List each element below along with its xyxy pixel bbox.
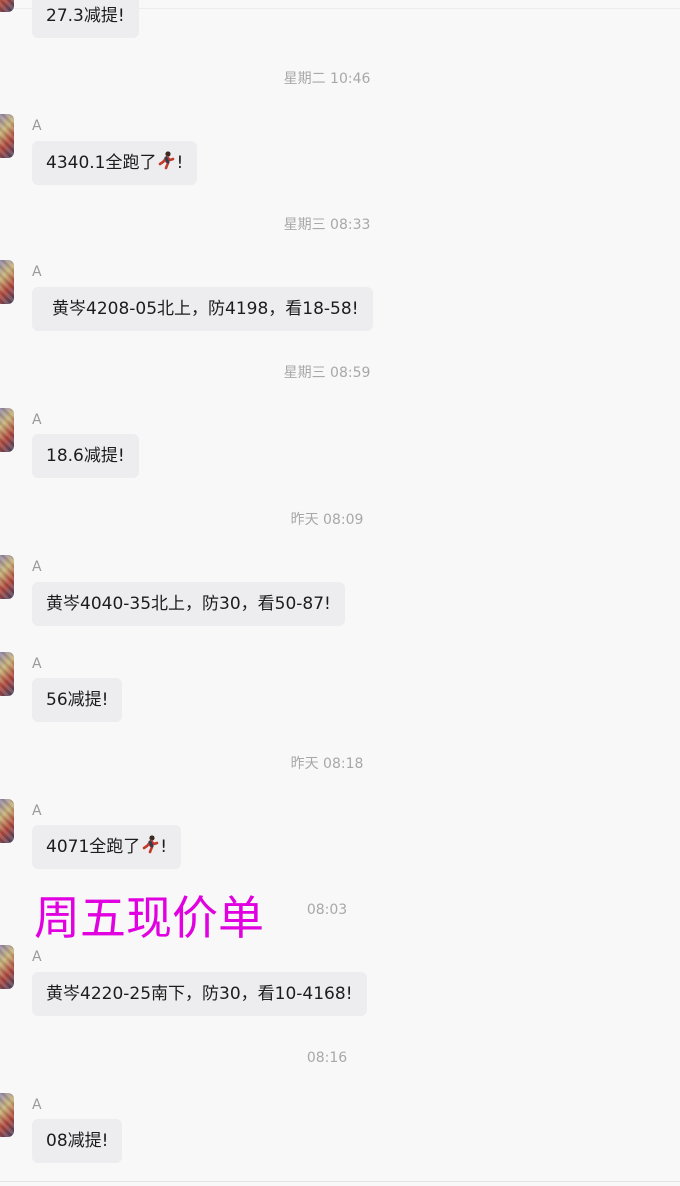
message-text: 4071全跑了 [46, 837, 141, 857]
message-bubble[interactable]: 4071全跑了 ! [32, 825, 182, 871]
avatar[interactable] [0, 945, 14, 989]
message-suffix: ! [176, 153, 184, 173]
sender-name: A [32, 412, 42, 428]
timestamp: 昨天 08:09 [290, 512, 364, 528]
avatar[interactable] [0, 260, 14, 304]
message-text: 56减提! [46, 690, 109, 710]
message-bubble[interactable]: 18.6减提! [32, 434, 139, 478]
message-text: 18.6减提! [46, 446, 125, 466]
timestamp: 昨天 08:18 [290, 756, 364, 772]
message-text: 4340.1全跑了 [46, 153, 157, 173]
message-bubble[interactable]: 08减提! [32, 1119, 123, 1163]
timestamp: 08:16 [306, 1050, 348, 1066]
message-text: 27.3减提! [46, 6, 125, 26]
sender-name: A [32, 656, 42, 672]
sender-name: A [32, 118, 42, 134]
message-bubble[interactable]: 27.3减提! [32, 0, 139, 38]
message-bubble[interactable]: 黄岑4040-35北上，防30，看50-87! [32, 582, 345, 626]
message-bubble[interactable]: 56减提! [32, 678, 123, 722]
running-person-icon [140, 827, 160, 871]
avatar[interactable] [0, 555, 14, 599]
sender-name: A [32, 1097, 42, 1113]
message-text: 黄岑4040-35北上，防30，看50-87! [46, 594, 331, 614]
avatar[interactable] [0, 799, 14, 843]
bottom-border [0, 1181, 680, 1182]
message-bubble[interactable]: 4340.1全跑了 ! [32, 141, 198, 187]
avatar[interactable] [0, 114, 14, 158]
avatar[interactable] [0, 1093, 14, 1137]
message-text: 黄岑4208-05北上，防4198，看18-58! [52, 299, 359, 319]
sender-name: A [32, 264, 42, 280]
avatar[interactable] [0, 0, 14, 12]
message-suffix: ! [160, 837, 168, 857]
sender-name: A [32, 559, 42, 575]
sender-name: A [32, 949, 42, 965]
sender-name: A [32, 803, 42, 819]
message-bubble[interactable]: 黄岑4220-25南下，防30，看10-4168! [32, 972, 367, 1016]
message-text: 黄岑4220-25南下，防30，看10-4168! [46, 984, 353, 1004]
timestamp: 08:03 [306, 902, 348, 918]
timestamp: 星期三 08:59 [283, 365, 371, 381]
timestamp: 星期三 08:33 [283, 217, 371, 233]
timestamp: 星期二 10:46 [283, 71, 371, 87]
running-person-icon [156, 143, 176, 187]
avatar[interactable] [0, 408, 14, 452]
message-bubble[interactable]: 黄岑4208-05北上，防4198，看18-58! [32, 287, 373, 331]
avatar[interactable] [0, 652, 14, 696]
message-text: 08减提! [46, 1131, 109, 1151]
